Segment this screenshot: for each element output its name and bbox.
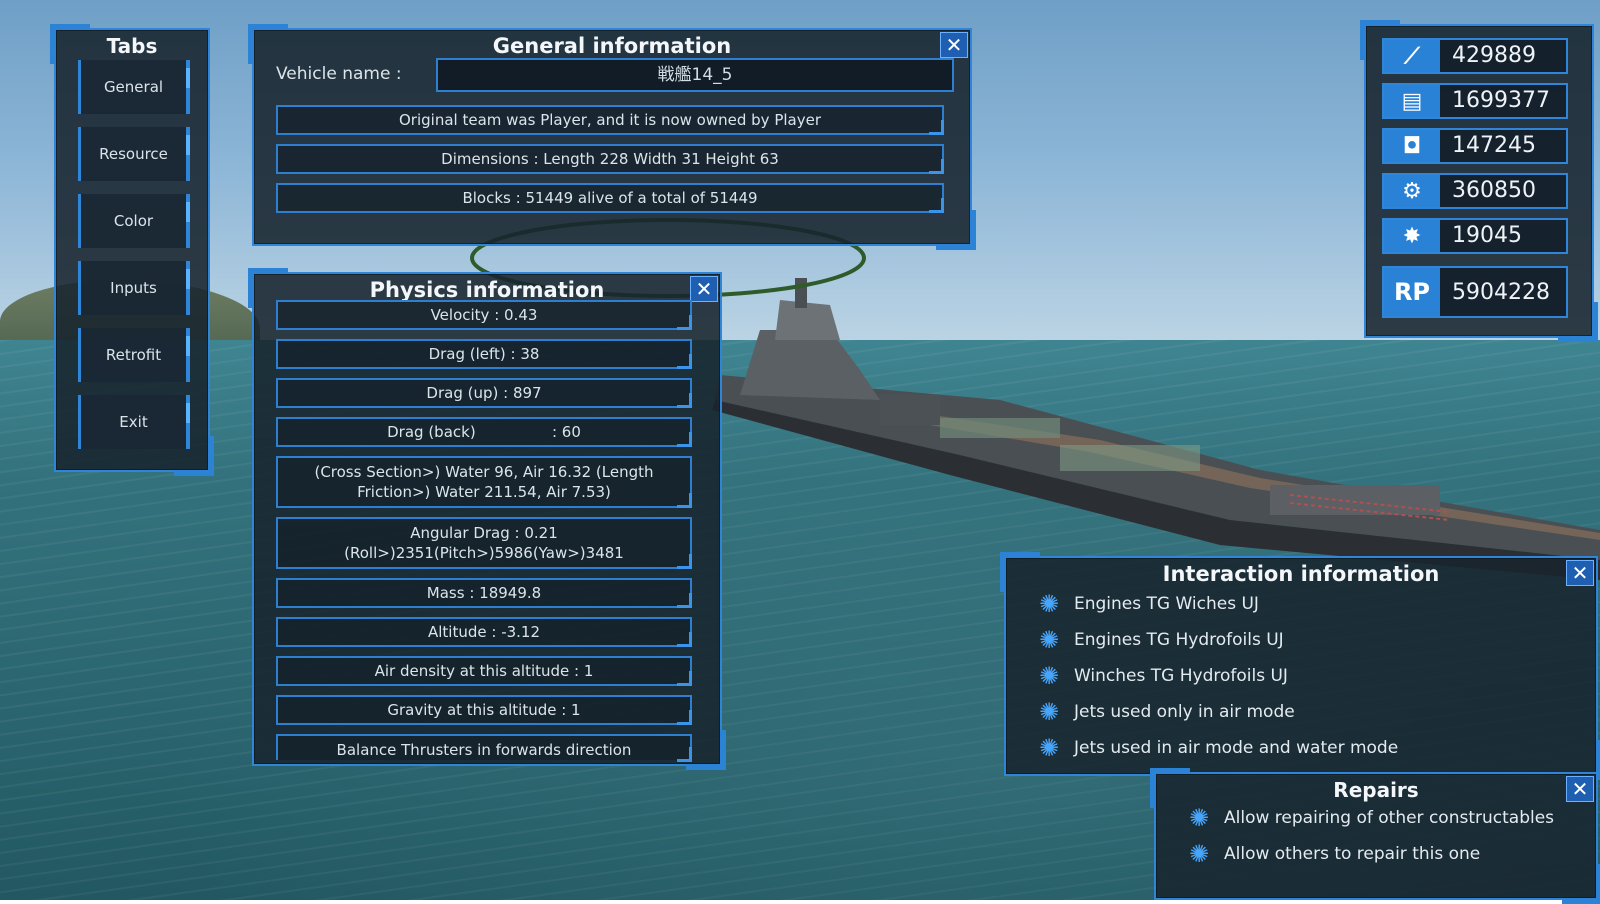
interaction-item[interactable]: ✺ Engines TG Wiches UJ	[1036, 590, 1259, 618]
close-interaction-button[interactable]: ✕	[1566, 560, 1594, 586]
gears-material-icon: ⚙	[1384, 175, 1440, 207]
interaction-item[interactable]: ✺ Jets used in air mode and water mode	[1036, 734, 1398, 762]
angular-drag-line-1: Angular Drag : 0.21	[410, 524, 558, 542]
interaction-item-label: Jets used only in air mode	[1074, 702, 1295, 722]
tab-color[interactable]: Color	[78, 194, 190, 248]
general-info-title: General information	[492, 34, 732, 58]
resource-explosive-row: ✸ 19045	[1382, 218, 1568, 254]
repairs-panel: Repairs ✕ ✺ Allow repairing of other con…	[1150, 768, 1600, 904]
close-repairs-button[interactable]: ✕	[1566, 776, 1594, 802]
interaction-item-label: Engines TG Wiches UJ	[1074, 594, 1259, 614]
tab-resource[interactable]: Resource	[78, 127, 190, 181]
resource-rp-row: RP 5904228	[1382, 266, 1568, 318]
interaction-info-title: Interaction information	[1162, 562, 1440, 586]
resource-value: 147245	[1452, 133, 1536, 158]
general-info-panel: General information ✕ Vehicle name : 戦艦1…	[248, 24, 976, 250]
box-material-icon: ◘	[1384, 130, 1440, 162]
sun-icon: ✺	[1188, 840, 1210, 868]
resource-plane-row: ⟋ 429889	[1382, 38, 1568, 74]
resource-value: 429889	[1452, 43, 1536, 68]
tab-general[interactable]: General	[78, 60, 190, 114]
cross-section-row: (Cross Section>) Water 96, Air 16.32 (Le…	[276, 456, 692, 508]
gravity-row: Gravity at this altitude : 1	[276, 695, 692, 725]
resource-crate-row: ▤ 1699377	[1382, 83, 1568, 119]
crate-material-icon: ▤	[1384, 85, 1440, 117]
interaction-item[interactable]: ✺ Engines TG Hydrofoils UJ	[1036, 626, 1284, 654]
angular-drag-line-2: (Roll>)2351(Pitch>)5986(Yaw>)3481	[344, 544, 624, 562]
air-density-row: Air density at this altitude : 1	[276, 656, 692, 686]
vehicle-name-label: Vehicle name :	[276, 64, 402, 84]
repairs-item[interactable]: ✺ Allow repairing of other constructable…	[1186, 804, 1554, 832]
close-physics-button[interactable]: ✕	[690, 276, 718, 302]
plane-material-icon: ⟋	[1384, 40, 1440, 72]
blocks-row: Blocks : 51449 alive of a total of 51449	[276, 183, 944, 213]
sun-icon: ✺	[1038, 734, 1060, 762]
tabs-panel: Tabs General Resource Color Inputs Retro…	[50, 24, 214, 476]
velocity-row: Velocity : 0.43	[276, 300, 692, 330]
drag-back-row: Drag (back) : 60	[276, 417, 692, 447]
altitude-row: Altitude : -3.12	[276, 617, 692, 647]
sun-icon: ✺	[1038, 662, 1060, 690]
vehicle-name-input[interactable]: 戦艦14_5	[436, 58, 954, 92]
interaction-item-label: Winches TG Hydrofoils UJ	[1074, 666, 1288, 686]
sun-icon: ✺	[1038, 590, 1060, 618]
resource-gears-row: ⚙ 360850	[1382, 173, 1568, 209]
sun-icon: ✺	[1038, 626, 1060, 654]
tab-exit[interactable]: Exit	[78, 395, 190, 449]
resource-value: 1699377	[1452, 88, 1550, 113]
repairs-item-label: Allow repairing of other constructables	[1224, 808, 1555, 828]
tab-retrofit[interactable]: Retrofit	[78, 328, 190, 382]
interaction-item-label: Jets used in air mode and water mode	[1074, 738, 1399, 758]
resource-value: 5904228	[1452, 280, 1550, 305]
resource-box-row: ◘ 147245	[1382, 128, 1568, 164]
repairs-title: Repairs	[1333, 778, 1419, 802]
tab-inputs[interactable]: Inputs	[78, 261, 190, 315]
mass-row: Mass : 18949.8	[276, 578, 692, 608]
resource-value: 360850	[1452, 178, 1536, 203]
explosive-material-icon: ✸	[1384, 220, 1440, 252]
dimensions-row: Dimensions : Length 228 Width 31 Height …	[276, 144, 944, 174]
sun-icon: ✺	[1038, 698, 1060, 726]
drag-up-row: Drag (up) : 897	[276, 378, 692, 408]
interaction-item[interactable]: ✺ Jets used only in air mode	[1036, 698, 1295, 726]
resource-value: 19045	[1452, 223, 1522, 248]
physics-info-title: Physics information	[369, 278, 605, 302]
interaction-item-label: Engines TG Hydrofoils UJ	[1074, 630, 1284, 650]
repairs-item-label: Allow others to repair this one	[1224, 844, 1481, 864]
tabs-title: Tabs	[106, 34, 158, 58]
interaction-item[interactable]: ✺ Winches TG Hydrofoils UJ	[1036, 662, 1288, 690]
rp-icon: RP	[1384, 268, 1440, 316]
repairs-item[interactable]: ✺ Allow others to repair this one	[1186, 840, 1480, 868]
ownership-row: Original team was Player, and it is now …	[276, 105, 944, 135]
sun-icon: ✺	[1188, 804, 1210, 832]
angular-drag-row: Angular Drag : 0.21 (Roll>)2351(Pitch>)5…	[276, 517, 692, 569]
physics-info-panel: Physics information ✕ Velocity : 0.43 Dr…	[248, 268, 726, 770]
close-general-button[interactable]: ✕	[940, 32, 968, 58]
balance-thrusters-row: Balance Thrusters in forwards direction	[276, 734, 692, 762]
interaction-info-panel: Interaction information ✕ ✺ Engines TG W…	[1000, 552, 1600, 780]
resources-panel: ⟋ 429889 ▤ 1699377 ◘ 147245 ⚙ 360850 ✸ 1…	[1360, 20, 1598, 342]
drag-left-row: Drag (left) : 38	[276, 339, 692, 369]
